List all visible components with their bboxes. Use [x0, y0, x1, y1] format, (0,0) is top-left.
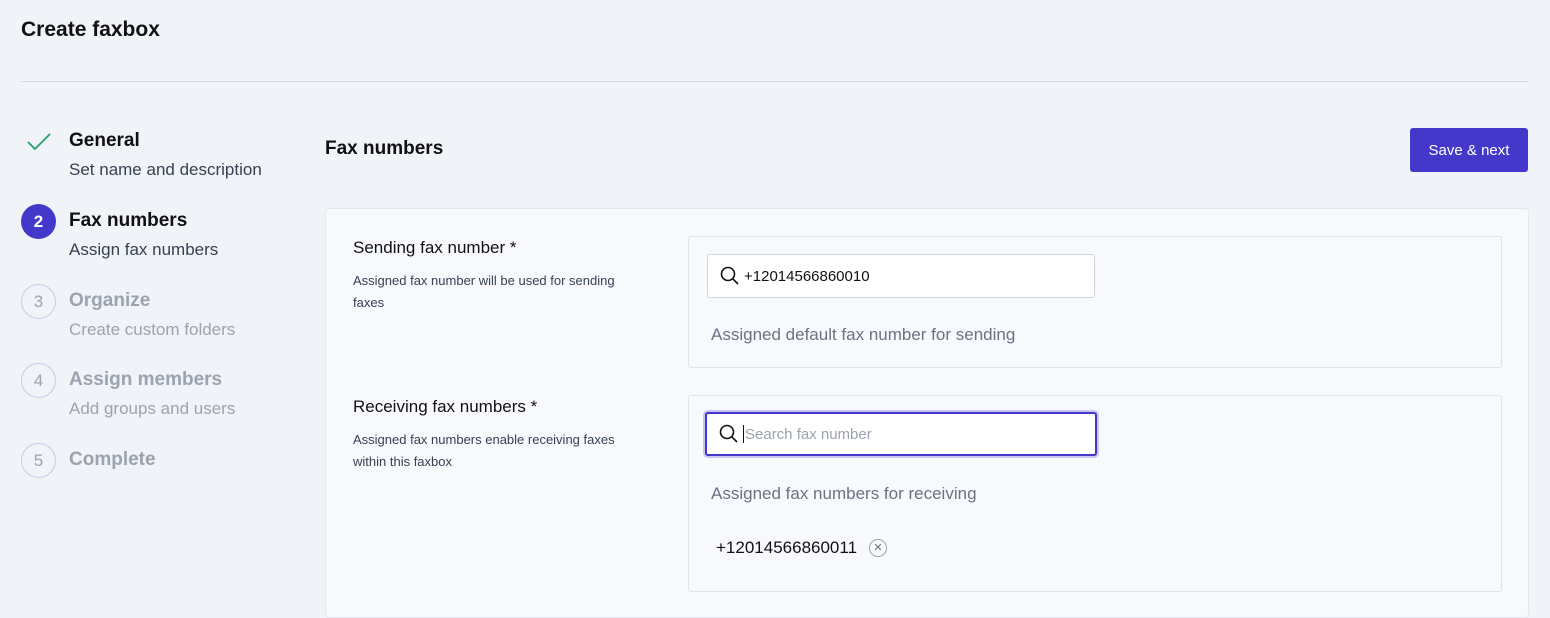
- step-general[interactable]: General Set name and description: [21, 124, 301, 184]
- step-title: Fax numbers: [69, 210, 188, 231]
- sending-fax-search[interactable]: [707, 254, 1095, 298]
- search-icon: [707, 424, 743, 444]
- step-assign-members[interactable]: 4 Assign members Add groups and users: [21, 363, 301, 423]
- receiving-fax-search[interactable]: [705, 412, 1097, 456]
- step-number-badge: 5: [21, 443, 56, 478]
- remove-circle-icon[interactable]: ✕: [869, 539, 888, 557]
- header-divider: [21, 81, 1529, 82]
- sending-fax-input[interactable]: [744, 261, 1074, 291]
- step-subtitle: Create custom folders: [69, 320, 236, 339]
- receiving-help: Assigned fax numbers enable receiving fa…: [353, 432, 615, 469]
- assigned-fax-chip: +12014566860011 ✕: [716, 538, 888, 558]
- step-title: Complete: [69, 449, 156, 470]
- page-title: Create faxbox: [21, 18, 160, 41]
- sending-label: Sending fax number *: [353, 238, 517, 257]
- text-caret: [743, 425, 744, 443]
- step-fax-numbers[interactable]: 2 Fax numbers Assign fax numbers: [21, 204, 301, 264]
- step-title: Assign members: [69, 369, 223, 390]
- step-number-badge: 4: [21, 363, 56, 398]
- sending-hint: Assigned default fax number for sending: [711, 325, 1016, 344]
- assigned-fax-number: +12014566860011: [716, 538, 858, 557]
- sending-help: Assigned fax number will be used for sen…: [353, 273, 615, 310]
- step-subtitle: Add groups and users: [69, 399, 236, 418]
- step-subtitle: Assign fax numbers: [69, 240, 219, 259]
- receiving-label: Receiving fax numbers *: [353, 397, 538, 416]
- save-next-button[interactable]: Save & next: [1410, 128, 1528, 172]
- receiving-hint: Assigned fax numbers for receiving: [711, 484, 977, 503]
- search-icon: [708, 266, 744, 286]
- section-title: Fax numbers: [325, 138, 444, 159]
- step-title: General: [69, 130, 140, 151]
- step-subtitle: Set name and description: [69, 160, 262, 179]
- receiving-fax-input[interactable]: [745, 419, 1075, 449]
- step-organize[interactable]: 3 Organize Create custom folders: [21, 284, 301, 344]
- step-number-badge: 3: [21, 284, 56, 319]
- step-number-badge: 2: [21, 204, 56, 239]
- checkmark-icon: [21, 124, 56, 159]
- step-complete[interactable]: 5 Complete: [21, 443, 301, 483]
- step-title: Organize: [69, 290, 151, 311]
